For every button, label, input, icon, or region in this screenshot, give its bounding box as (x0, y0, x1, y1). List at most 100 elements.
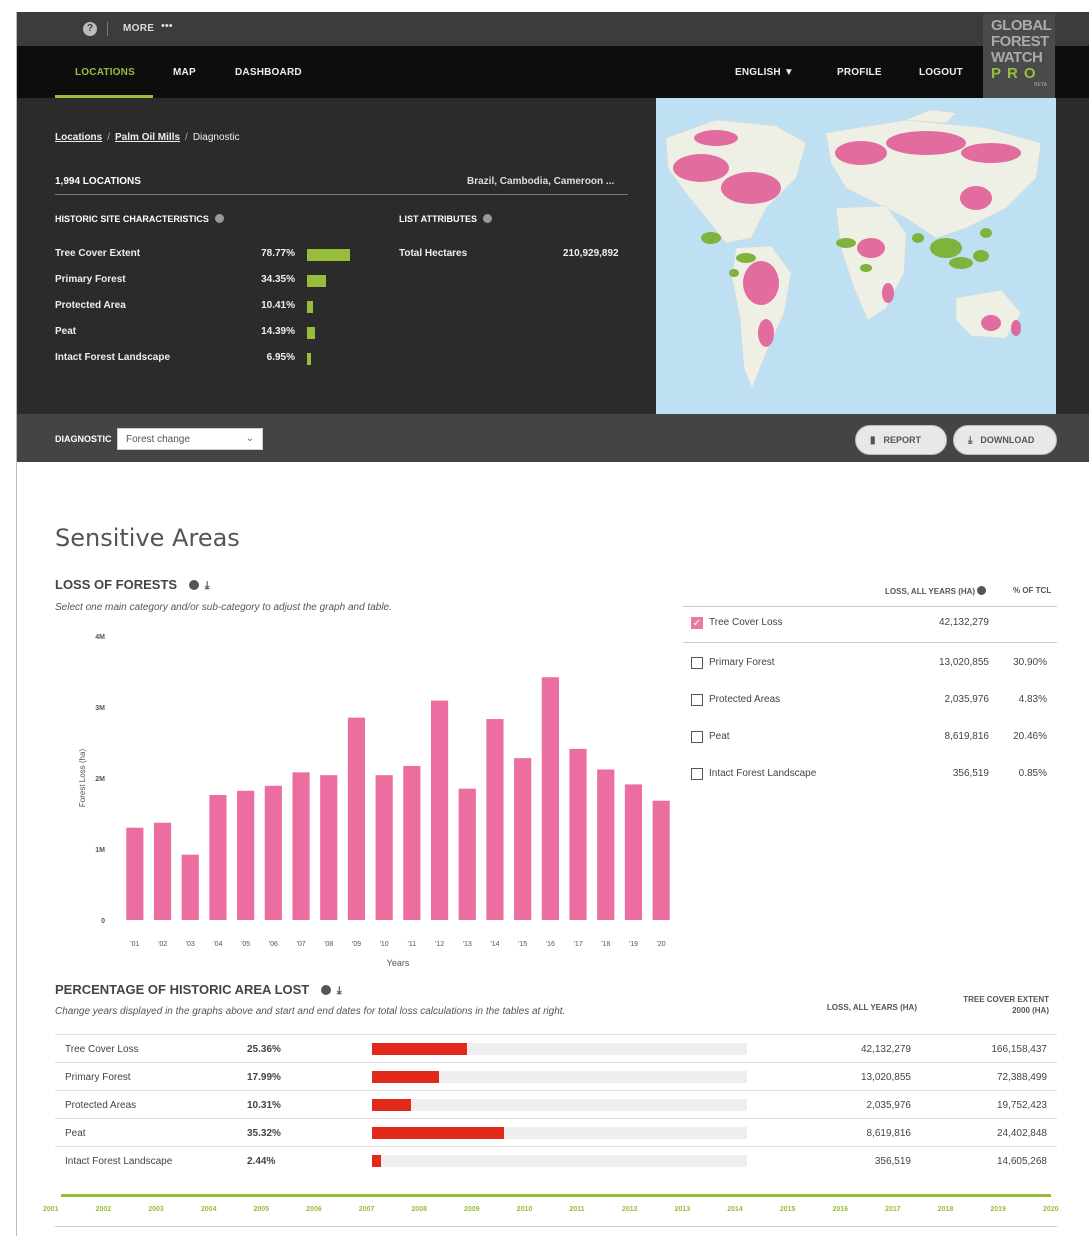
characteristic-row: Peat 14.39% (55, 326, 355, 340)
diagnostic-select[interactable]: Forest change ⌄ (117, 428, 263, 450)
info-icon[interactable] (188, 580, 199, 590)
timeline-year[interactable]: 2018 (938, 1206, 954, 1213)
category-row[interactable]: Peat 8,619,816 20.46% (683, 724, 1057, 754)
info-icon[interactable] (320, 985, 331, 995)
chart-bar (624, 784, 643, 920)
timeline-year[interactable]: 2005 (254, 1206, 270, 1213)
timeline-year[interactable]: 2013 (675, 1206, 691, 1213)
timeline-year[interactable]: 2003 (148, 1206, 164, 1213)
characteristic-label: Protected Area (55, 300, 126, 311)
loss-of-forests-title: LOSS OF FORESTS ⤓ (55, 577, 210, 592)
timeline-year[interactable]: 2019 (990, 1206, 1006, 1213)
category-checkbox[interactable]: ✓ (691, 617, 703, 629)
timeline-year[interactable]: 2004 (201, 1206, 217, 1213)
category-name: Protected Areas (709, 694, 781, 705)
logo-text-global: GLOBAL (991, 17, 1052, 34)
world-map[interactable] (656, 98, 1056, 414)
timeline-year[interactable]: 2011 (569, 1206, 584, 1213)
breadcrumb: Locations / Palm Oil Mills / Diagnostic (55, 132, 240, 143)
category-row[interactable]: Protected Areas 2,035,976 4.83% (683, 687, 1057, 717)
x-tick-label: '08 (324, 941, 333, 948)
timeline-year[interactable]: 2010 (517, 1206, 533, 1213)
nav-tab-dashboard[interactable]: DASHBOARD (235, 67, 302, 78)
category-row[interactable]: Primary Forest 13,020,855 30.90% (683, 650, 1057, 680)
forest-loss-bar-chart: 0 1M 2M 3M 4M '01 '02 '03 '04 '05 '06 '07 '08 '09 '10 '… (78, 634, 670, 968)
nav-tab-locations[interactable]: LOCATIONS (75, 67, 135, 78)
info-icon[interactable] (214, 214, 224, 223)
row-loss: 2,035,976 (866, 1100, 912, 1111)
timeline-year[interactable]: 2002 (96, 1206, 112, 1213)
nav-tab-map[interactable]: MAP (173, 67, 196, 78)
characteristic-bar (307, 301, 313, 313)
y-tick-label: 4M (95, 634, 105, 641)
category-row[interactable]: Intact Forest Landscape 356,519 0.85% (683, 761, 1057, 791)
chart-bar (652, 800, 670, 920)
divider (683, 606, 1057, 607)
language-dropdown[interactable]: ENGLISH ▼ (735, 67, 794, 78)
characteristic-bar (307, 353, 311, 365)
info-icon[interactable] (483, 214, 492, 223)
percent-track (372, 1071, 747, 1083)
x-axis-label: Years (387, 958, 410, 968)
percent-track (372, 1127, 747, 1139)
logo-text-beta: BETA (1034, 82, 1047, 88)
percent-track (372, 1155, 747, 1167)
download-icon[interactable]: ⤓ (205, 580, 210, 592)
help-icon[interactable]: ? (83, 22, 97, 36)
chart-bar (237, 790, 255, 920)
breadcrumb-locations[interactable]: Locations (55, 132, 102, 143)
breadcrumb-palm-oil-mills[interactable]: Palm Oil Mills (115, 132, 180, 143)
timeline-year[interactable]: 2015 (780, 1206, 796, 1213)
x-tick-label: '13 (463, 941, 472, 948)
divider (55, 1226, 1057, 1227)
category-checkbox[interactable] (691, 657, 703, 669)
logout-link[interactable]: LOGOUT (919, 67, 963, 78)
row-name: Intact Forest Landscape (65, 1156, 173, 1167)
row-name: Protected Areas (65, 1100, 137, 1111)
row-loss: 13,020,855 (860, 1072, 911, 1083)
percent-fill (372, 1155, 382, 1167)
more-menu-button[interactable]: MORE (123, 23, 154, 34)
category-checkbox[interactable] (691, 768, 703, 780)
table-row: Intact Forest Landscape 2.44% 356,519 14… (55, 1146, 1057, 1174)
timeline-year[interactable]: 2017 (885, 1206, 901, 1213)
category-loss: 8,619,816 (944, 731, 990, 742)
category-checkbox[interactable] (691, 731, 703, 743)
category-row[interactable]: ✓ Tree Cover Loss 42,132,279 (683, 610, 1057, 640)
year-range-slider[interactable] (61, 1194, 1051, 1197)
download-icon[interactable]: ⤓ (337, 985, 342, 997)
y-tick-label: 0 (101, 918, 105, 925)
chart-bar (347, 717, 366, 920)
chart-bar (126, 827, 144, 920)
chart-bar (403, 765, 421, 920)
info-icon[interactable] (977, 586, 987, 595)
category-checkbox[interactable] (691, 694, 703, 706)
timeline-year[interactable]: 2007 (359, 1206, 375, 1213)
timeline-year[interactable]: 2001 (43, 1206, 59, 1213)
timeline-year[interactable]: 2012 (622, 1206, 638, 1213)
profile-link[interactable]: PROFILE (837, 67, 882, 78)
percentage-lost-title: PERCENTAGE OF HISTORIC AREA LOST ⤓ (55, 982, 342, 997)
loss-caption: Select one main category and/or sub-cate… (55, 602, 392, 613)
download-button[interactable]: ⤓ DOWNLOAD (953, 425, 1057, 455)
characteristic-value: 10.41% (261, 300, 295, 311)
x-tick-label: '17 (573, 941, 582, 948)
location-countries[interactable]: Brazil, Cambodia, Cameroon ... (467, 176, 614, 187)
percent-fill (372, 1043, 468, 1055)
x-tick-label: '03 (186, 941, 195, 948)
category-loss: 13,020,855 (938, 657, 989, 668)
gfw-pro-logo[interactable]: GLOBAL FOREST WATCH PRO BETA (983, 14, 1055, 98)
timeline-year[interactable]: 2020 (1043, 1206, 1059, 1213)
timeline-year[interactable]: 2006 (306, 1206, 322, 1213)
timeline-year[interactable]: 2009 (464, 1206, 480, 1213)
category-pct: 0.85% (1018, 768, 1047, 779)
timeline-year[interactable]: 2008 (411, 1206, 427, 1213)
chart-bar (597, 769, 615, 920)
characteristic-label: Peat (55, 326, 77, 337)
more-dots-icon[interactable]: ••• (161, 20, 173, 32)
percentage-caption: Change years displayed in the graphs abo… (55, 1006, 566, 1017)
timeline-year[interactable]: 2014 (727, 1206, 743, 1213)
timeline-year[interactable]: 2016 (832, 1206, 848, 1213)
report-button[interactable]: ▮ REPORT (855, 425, 947, 455)
chart-bar (486, 719, 504, 920)
